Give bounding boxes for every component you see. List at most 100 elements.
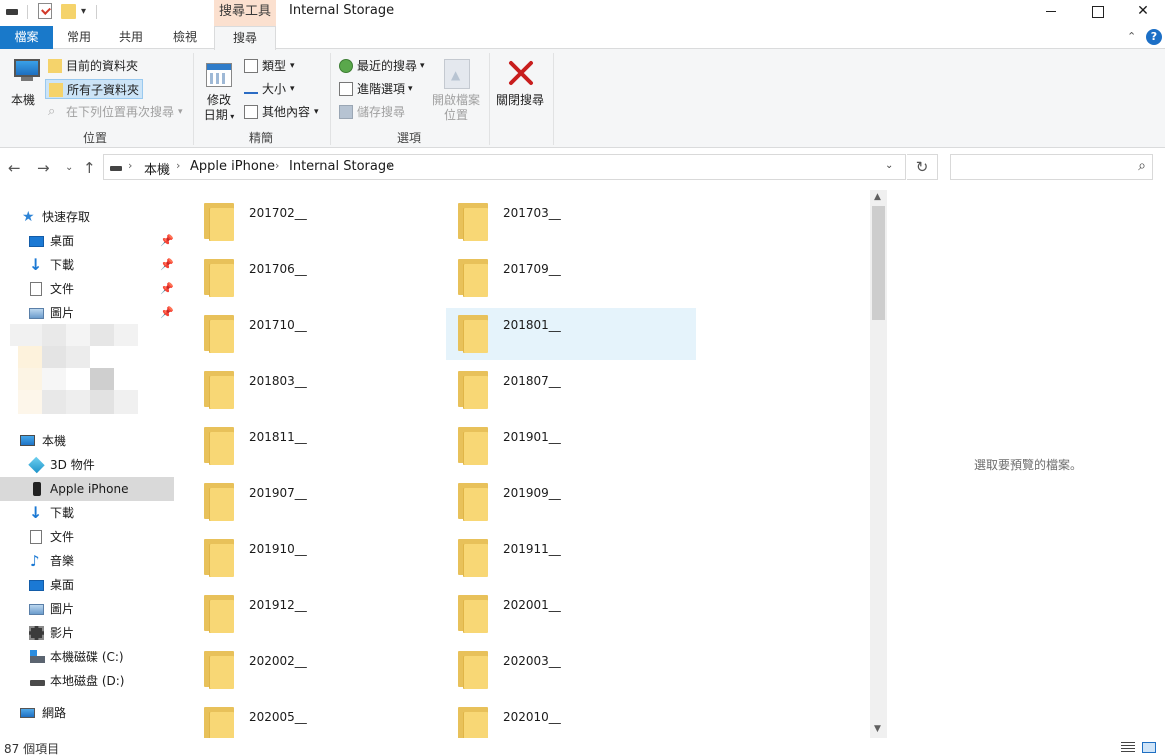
open-file-location-button[interactable]: 開啟檔案 位置 <box>428 93 484 123</box>
scroll-up-icon[interactable]: ▲ <box>874 192 881 202</box>
forward-arrow-icon[interactable]: → <box>37 159 50 177</box>
chevron-right-icon[interactable]: › <box>128 159 132 172</box>
new-folder-icon[interactable] <box>61 4 76 19</box>
chevron-down-icon: ▾ <box>408 84 413 94</box>
nav-quick-downloads[interactable]: ↓ 下載 📌 <box>0 253 174 277</box>
close-button[interactable]: ✕ <box>1120 0 1165 24</box>
pin-icon[interactable]: 📌 <box>160 277 174 301</box>
folder-item[interactable]: 201801__ <box>446 308 696 360</box>
breadcrumb-apple-iphone[interactable]: Apple iPhone <box>190 159 275 174</box>
search-icon: ⌕ <box>48 104 56 119</box>
folder-item[interactable]: 202003__ <box>446 644 696 696</box>
pin-icon[interactable]: 📌 <box>160 253 174 277</box>
nav-pictures[interactable]: 圖片 <box>0 597 174 621</box>
folder-name: 201710__ <box>249 318 307 332</box>
options-group-label: 選項 <box>396 131 421 145</box>
kind-button[interactable]: 類型 ▾ <box>244 56 304 76</box>
folder-item[interactable]: 201909__ <box>446 476 696 528</box>
folder-item[interactable]: 202005__ <box>192 700 442 738</box>
folder-item[interactable]: 201811__ <box>192 420 442 472</box>
folder-item[interactable]: 201910__ <box>192 532 442 584</box>
chevron-right-icon[interactable]: › <box>176 159 180 172</box>
nav-this-pc[interactable]: 本機 <box>0 429 174 453</box>
all-subfolders-button[interactable]: 所有子資料夾 <box>45 79 143 99</box>
folder-item[interactable]: 201706__ <box>192 252 442 304</box>
minimize-button[interactable] <box>1028 0 1074 24</box>
folder-item[interactable]: 202001__ <box>446 588 696 640</box>
save-search-button[interactable]: 儲存搜尋 <box>339 102 419 122</box>
file-list: 201702__ 201703__ 201706__ 201709__ 201710__… <box>177 188 870 738</box>
folder-item[interactable]: 201710__ <box>192 308 442 360</box>
folder-item[interactable]: 201907__ <box>192 476 442 528</box>
folder-item[interactable]: 202010__ <box>446 700 696 738</box>
tab-home[interactable]: 常用 <box>56 26 102 49</box>
scroll-down-icon[interactable]: ▼ <box>874 724 881 734</box>
back-arrow-icon[interactable]: ← <box>8 159 21 177</box>
calendar-icon <box>206 63 232 87</box>
nav-quick-documents[interactable]: 文件 📌 <box>0 277 174 301</box>
help-icon[interactable]: ? <box>1146 29 1162 45</box>
nav-local-disk-d[interactable]: 本地磁盘 (D:) <box>0 669 174 693</box>
nav-network[interactable]: 網路 <box>0 701 174 725</box>
chevron-down-icon: ▾ <box>290 61 295 71</box>
refresh-button[interactable]: ↻ <box>907 154 938 180</box>
tab-share[interactable]: 共用 <box>108 26 154 49</box>
folder-item[interactable]: 201901__ <box>446 420 696 472</box>
search-again-button[interactable]: ⌕ 在下列位置再次搜尋 ▾ <box>48 102 188 122</box>
recent-searches-button[interactable]: 最近的搜尋 ▾ <box>339 56 431 76</box>
folder-item[interactable]: 201911__ <box>446 532 696 584</box>
nav-music[interactable]: ♪ 音樂 <box>0 549 174 573</box>
folder-item[interactable]: 201709__ <box>446 252 696 304</box>
scrollbar-thumb[interactable] <box>872 206 885 320</box>
pin-icon[interactable]: 📌 <box>160 301 174 325</box>
properties-icon[interactable] <box>38 3 52 19</box>
other-properties-button[interactable]: 其他內容 ▾ <box>244 102 328 122</box>
nav-3d-objects[interactable]: 3D 物件 <box>0 453 174 477</box>
folder-item[interactable]: 202002__ <box>192 644 442 696</box>
music-icon: ♪ <box>30 552 40 570</box>
advanced-options-button[interactable]: 進階選項 ▾ <box>339 79 419 99</box>
navigation-bar: ← → ⌄ ↑ › 本機 › Apple iPhone › Internal S… <box>0 149 1165 187</box>
nav-documents[interactable]: 文件 <box>0 525 174 549</box>
nav-quick-desktop[interactable]: 桌面 📌 <box>0 229 174 253</box>
close-search-button[interactable]: 關閉搜尋 <box>494 93 546 108</box>
folder-item[interactable]: 201912__ <box>192 588 442 640</box>
address-bar[interactable]: › 本機 › Apple iPhone › Internal Storage ›… <box>103 154 906 180</box>
ribbon-tabs: 檔案 常用 共用 檢視 搜尋 ⌃ ? <box>0 26 1165 50</box>
breadcrumb-this-pc[interactable]: 本機 <box>144 159 170 178</box>
nav-quick-pictures[interactable]: 圖片 📌 <box>0 301 174 325</box>
folder-item[interactable]: 201803__ <box>192 364 442 416</box>
breadcrumb-internal-storage[interactable]: Internal Storage <box>289 159 394 174</box>
size-button[interactable]: 大小 ▾ <box>244 79 304 99</box>
tab-file[interactable]: 檔案 <box>0 26 53 49</box>
details-view-icon[interactable] <box>1121 742 1135 753</box>
address-dropdown-icon[interactable]: ⌄ <box>885 160 893 171</box>
folder-item[interactable]: 201703__ <box>446 196 696 248</box>
collapse-ribbon-icon[interactable]: ⌃ <box>1127 30 1136 43</box>
tab-view[interactable]: 檢視 <box>162 26 208 49</box>
nav-quick-access[interactable]: ★ 快速存取 <box>0 205 174 229</box>
date-modified-button[interactable]: 修改 日期 ▾ <box>199 93 239 124</box>
chevron-right-icon[interactable]: › <box>388 159 392 172</box>
close-search-icon <box>509 61 533 85</box>
nav-apple-iphone[interactable]: Apple iPhone <box>0 477 174 501</box>
up-arrow-icon[interactable]: ↑ <box>83 159 96 177</box>
this-pc-button[interactable]: 本機 <box>4 49 42 127</box>
nav-local-disk-c[interactable]: 本機磁碟 (C:) <box>0 645 174 669</box>
nav-downloads[interactable]: ↓ 下載 <box>0 501 174 525</box>
folder-item[interactable]: 201807__ <box>446 364 696 416</box>
maximize-button[interactable] <box>1074 0 1120 24</box>
customize-toolbar-icon[interactable]: ▾ <box>81 6 86 17</box>
preview-pane-message: 選取要預覽的檔案。 <box>974 458 1083 472</box>
search-input[interactable]: ⌕ <box>950 154 1153 180</box>
recent-locations-icon[interactable]: ⌄ <box>65 162 73 173</box>
pin-icon[interactable]: 📌 <box>160 229 174 253</box>
large-icons-view-icon[interactable] <box>1142 742 1156 753</box>
current-folder-button[interactable]: 目前的資料夾 <box>48 56 143 76</box>
chevron-right-icon[interactable]: › <box>275 159 279 172</box>
nav-videos[interactable]: 影片 <box>0 621 174 645</box>
folder-item[interactable]: 201702__ <box>192 196 442 248</box>
nav-desktop[interactable]: 桌面 <box>0 573 174 597</box>
vertical-scrollbar[interactable]: ▲ ▼ <box>870 190 887 738</box>
tab-search[interactable]: 搜尋 <box>214 26 276 50</box>
